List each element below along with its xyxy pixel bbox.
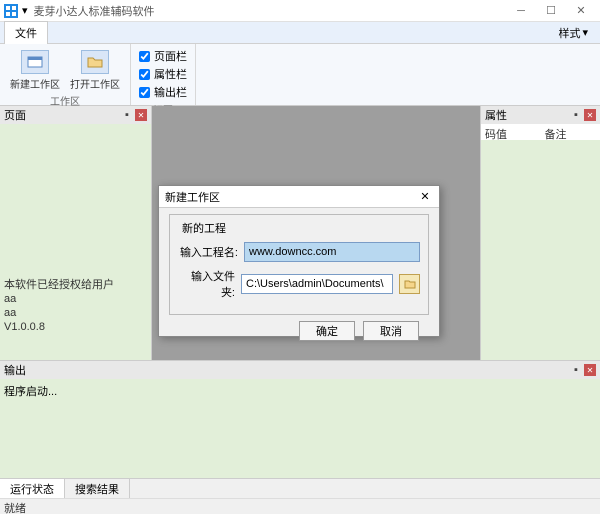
open-workspace-label: 打开工作区	[70, 76, 120, 91]
new-workspace-dialog: 新建工作区 ✕ 新的工程 输入工程名: 输入文件夹: 确定 取消	[158, 185, 440, 337]
page-bar-check-input[interactable]	[139, 51, 150, 62]
minimize-button[interactable]: ─	[506, 1, 536, 21]
project-name-input[interactable]	[244, 242, 420, 262]
project-name-label: 输入工程名:	[178, 244, 238, 260]
output-body: 程序启动...	[0, 379, 600, 478]
close-button[interactable]: ✕	[566, 1, 596, 21]
status-bar: 就绪	[0, 498, 600, 514]
page-panel-title: 页面	[4, 107, 26, 123]
pin-icon[interactable]: ▪	[570, 364, 582, 376]
new-workspace-label: 新建工作区	[10, 76, 60, 91]
tab-search-result[interactable]: 搜索结果	[65, 479, 130, 498]
prop-col-remark: 备注	[541, 124, 600, 140]
ribbon-toolbar: 新建工作区 打开工作区 工作区 页面栏 属性栏 输出栏 视图	[0, 44, 600, 106]
status-text: 就绪	[4, 503, 26, 515]
new-workspace-button[interactable]: 新建工作区	[8, 48, 62, 93]
property-panel-header: 属性 ▪ ✕	[481, 106, 600, 124]
chevron-down-icon: ▾	[582, 26, 588, 39]
new-project-fieldset: 新的工程 输入工程名: 输入文件夹:	[169, 214, 429, 315]
ribbon-group-workspace: 新建工作区 打开工作区 工作区	[0, 44, 131, 105]
property-panel-body	[481, 140, 600, 360]
app-title: 麦芽小达人标准辅码软件	[34, 3, 506, 19]
app-logo-icon	[4, 4, 18, 18]
prop-bar-check-input[interactable]	[139, 69, 150, 80]
out-bar-check-label: 输出栏	[154, 84, 187, 100]
page-panel-header: 页面 ▪ ✕	[0, 106, 151, 124]
out-bar-checkbox[interactable]: 输出栏	[139, 84, 187, 100]
new-workspace-icon	[21, 50, 49, 74]
maximize-button[interactable]: ☐	[536, 1, 566, 21]
pin-icon[interactable]: ▪	[570, 109, 582, 121]
file-menu-tab[interactable]: 文件	[4, 21, 48, 44]
page-panel: 页面 ▪ ✕ 本软件已经授权给用户 aa aa V1.0.0.8	[0, 106, 152, 360]
ok-button[interactable]: 确定	[299, 321, 355, 341]
page-bar-check-label: 页面栏	[154, 48, 187, 64]
output-panel-header: 输出 ▪ ✕	[0, 361, 600, 379]
dialog-titlebar: 新建工作区 ✕	[159, 186, 439, 208]
page-panel-body: 本软件已经授权给用户 aa aa V1.0.0.8	[0, 124, 151, 360]
quick-access-caret[interactable]: ▾	[22, 4, 28, 17]
output-panel-title: 输出	[4, 362, 26, 378]
cancel-button[interactable]: 取消	[363, 321, 419, 341]
prop-bar-check-label: 属性栏	[154, 66, 187, 82]
property-panel-title: 属性	[485, 107, 507, 123]
page-panel-close-button[interactable]: ✕	[135, 109, 147, 121]
project-folder-input[interactable]	[241, 274, 393, 294]
project-folder-label: 输入文件夹:	[178, 268, 235, 300]
page-bar-checkbox[interactable]: 页面栏	[139, 48, 187, 64]
fieldset-label: 新的工程	[178, 220, 230, 236]
folder-icon	[404, 279, 416, 289]
title-bar: ▾ 麦芽小达人标准辅码软件 ─ ☐ ✕	[0, 0, 600, 22]
license-text: 本软件已经授权给用户	[4, 278, 147, 292]
user-line-1: aa	[4, 292, 147, 306]
dialog-title: 新建工作区	[165, 189, 220, 205]
prop-bar-checkbox[interactable]: 属性栏	[139, 66, 187, 82]
menu-bar: 文件 样式 ▾	[0, 22, 600, 44]
property-panel-close-button[interactable]: ✕	[584, 109, 596, 121]
tab-run-status[interactable]: 运行状态	[0, 479, 65, 498]
style-label: 样式	[558, 25, 580, 41]
out-bar-check-input[interactable]	[139, 87, 150, 98]
output-panel: 输出 ▪ ✕ 程序启动...	[0, 360, 600, 478]
style-dropdown[interactable]: 样式 ▾	[550, 23, 596, 43]
ribbon-group-view: 页面栏 属性栏 输出栏 视图	[131, 44, 196, 105]
open-workspace-button[interactable]: 打开工作区	[68, 48, 122, 93]
output-log-line: 程序启动...	[4, 386, 57, 398]
property-columns: 码值 备注	[481, 124, 600, 140]
open-workspace-icon	[81, 50, 109, 74]
prop-col-code: 码值	[481, 124, 541, 140]
bottom-tabs: 运行状态 搜索结果	[0, 478, 600, 498]
browse-folder-button[interactable]	[399, 274, 420, 294]
output-panel-close-button[interactable]: ✕	[584, 364, 596, 376]
user-line-2: aa	[4, 306, 147, 320]
property-panel: 属性 ▪ ✕ 码值 备注	[480, 106, 600, 360]
version-text: V1.0.0.8	[4, 320, 147, 334]
pin-icon[interactable]: ▪	[121, 109, 133, 121]
dialog-close-button[interactable]: ✕	[417, 189, 433, 205]
